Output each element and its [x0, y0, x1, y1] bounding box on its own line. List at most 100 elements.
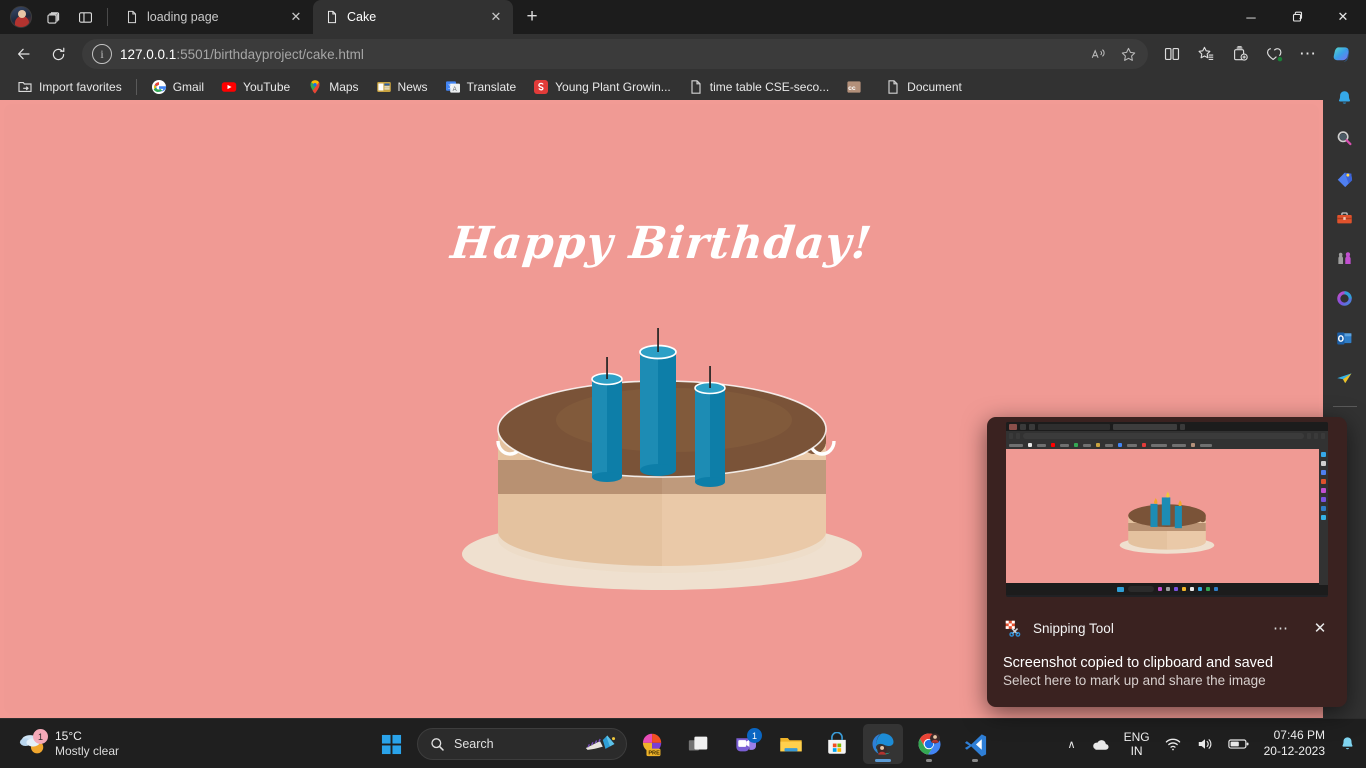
read-aloud-icon[interactable]: [1084, 41, 1112, 67]
bookmark-cc[interactable]: cc: [839, 76, 875, 98]
thumbnail-dot: [1118, 443, 1122, 447]
copilot-icon[interactable]: [1326, 38, 1358, 70]
thumbnail-sidebar: [1319, 449, 1328, 585]
language-text: ENG IN: [1124, 730, 1150, 759]
thumbnail-tab-strip: [1006, 422, 1328, 431]
bookmark-translate[interactable]: 文 A Translate: [438, 76, 524, 98]
search-icon: [431, 737, 444, 751]
thumbnail-dot: [1181, 587, 1186, 591]
taskbar-app-edge[interactable]: [863, 724, 903, 764]
weather-condition: Mostly clear: [55, 744, 120, 758]
taskbar-app-task-view[interactable]: [679, 724, 719, 764]
svg-text:A: A: [452, 87, 456, 93]
taskbar-app-vs-code[interactable]: [955, 724, 995, 764]
tray-overflow-button[interactable]: ∧: [1062, 725, 1082, 763]
url-text: 127.0.0.1:5501/birthdayproject/cake.html: [120, 47, 1076, 62]
weather-widget[interactable]: 1 15°C Mostly clear: [10, 725, 127, 763]
bookmark-document[interactable]: Document: [878, 76, 969, 98]
thumbnail-line: [1083, 443, 1091, 447]
thumbnail-chip: [1180, 423, 1185, 430]
back-icon[interactable]: [8, 38, 40, 70]
shopping-tag-icon[interactable]: [1329, 162, 1361, 194]
minimize-button[interactable]: ─: [1228, 0, 1274, 34]
scribd-icon: [534, 80, 549, 94]
thumbnail-dot: [1051, 443, 1055, 447]
system-tray: ∧ ENG IN 07:46 PM 20-12-2023: [1062, 719, 1362, 768]
start-button[interactable]: [371, 724, 411, 764]
outlook-icon[interactable]: [1329, 322, 1361, 354]
thumbnail-chip: [1314, 433, 1318, 439]
notification-more-button[interactable]: ⋯: [1267, 615, 1295, 641]
notification-bell-icon[interactable]: [1333, 725, 1362, 763]
cc-icon: cc: [847, 81, 861, 93]
split-pane-icon[interactable]: [70, 3, 100, 31]
bookmark-maps[interactable]: Maps: [300, 76, 365, 98]
page-title: Happy Birthday!: [448, 218, 875, 269]
notification-close-button[interactable]: ✕: [1305, 614, 1335, 642]
bookmark-youtube[interactable]: YouTube: [214, 76, 297, 98]
new-tab-button[interactable]: +: [517, 3, 547, 31]
youtube-icon: [221, 82, 237, 92]
snipping-tool-notification[interactable]: Snipping Tool ⋯ ✕ Screenshot copied to c…: [987, 417, 1347, 707]
thumbnail-dot: [1321, 452, 1326, 457]
clock-date: 20-12-2023: [1263, 744, 1325, 758]
search-icon[interactable]: [1329, 122, 1361, 154]
browser-essentials-icon[interactable]: [1258, 38, 1290, 70]
thumbnail-taskbar: [1006, 583, 1328, 595]
games-icon[interactable]: [1329, 242, 1361, 274]
tab-cake[interactable]: Cake ✕: [313, 0, 513, 34]
address-bar[interactable]: i 127.0.0.1:5501/birthdayproject/cake.ht…: [82, 39, 1148, 69]
tab-close-icon[interactable]: ✕: [487, 8, 505, 26]
refresh-icon[interactable]: [42, 38, 74, 70]
taskbar-app-powerpoint[interactable]: PRE: [633, 724, 673, 764]
party-blower-icon: [585, 735, 616, 750]
language-indicator[interactable]: ENG IN: [1118, 725, 1156, 763]
site-info-icon[interactable]: i: [92, 44, 112, 64]
thumbnail-chip: [1020, 423, 1026, 430]
bookmark-gmail[interactable]: Gmail: [144, 76, 211, 98]
tab-loading-page[interactable]: loading page ✕: [113, 0, 313, 34]
bookmark-young-plant[interactable]: Young Plant Growin...: [526, 76, 678, 98]
window-controls: ─ ✕: [1228, 0, 1366, 34]
taskbar-app-chrome[interactable]: [909, 724, 949, 764]
bookmark-time-table[interactable]: time table CSE-seco...: [681, 76, 836, 98]
tab-strip: loading page ✕ Cake ✕ + ─ ✕: [0, 0, 1366, 34]
bookmark-news[interactable]: News: [369, 76, 435, 98]
taskbar-app-file-explorer[interactable]: [771, 724, 811, 764]
battery-icon[interactable]: [1222, 725, 1256, 763]
taskbar-app-microsoft-store[interactable]: [817, 724, 857, 764]
thumbnail-dot: [1165, 587, 1170, 591]
taskbar-app-teams[interactable]: 1: [725, 724, 765, 764]
favorite-star-icon[interactable]: [1114, 41, 1142, 67]
thumbnail-line: [1060, 443, 1069, 447]
bell-icon[interactable]: [1329, 82, 1361, 114]
profile-avatar-button[interactable]: [6, 3, 36, 31]
bookmark-label: Document: [907, 80, 962, 94]
tab-actions-icon[interactable]: [38, 3, 68, 31]
favorites-icon[interactable]: [1190, 38, 1222, 70]
split-screen-icon[interactable]: [1156, 38, 1188, 70]
taskbar-badge: 1: [747, 728, 762, 743]
screenshot-thumbnail[interactable]: [1006, 422, 1328, 597]
settings-and-more-icon[interactable]: ⋯: [1292, 38, 1324, 70]
volume-icon[interactable]: [1190, 725, 1220, 763]
thumbnail-dot: [1321, 515, 1326, 520]
close-button[interactable]: ✕: [1320, 0, 1366, 34]
collections-icon[interactable]: [1224, 38, 1256, 70]
network-status[interactable]: [1158, 725, 1188, 763]
thumbnail-chip: [1009, 433, 1013, 439]
tools-icon[interactable]: [1329, 202, 1361, 234]
gmail-icon: [151, 80, 166, 94]
office-icon[interactable]: [1329, 282, 1361, 314]
translate-icon: 文 A: [445, 81, 460, 93]
clock-button[interactable]: 07:46 PM 20-12-2023: [1258, 725, 1331, 763]
thumbnail-dot: [1116, 586, 1124, 592]
thumbnail-dot: [1096, 443, 1100, 447]
bookmark-import-favorites[interactable]: Import favorites: [10, 76, 129, 98]
search-input[interactable]: Search: [417, 728, 627, 760]
send-icon[interactable]: [1329, 362, 1361, 394]
tab-title: Cake: [347, 10, 377, 24]
maximize-button[interactable]: [1274, 0, 1320, 34]
onedrive-icon[interactable]: [1084, 725, 1116, 763]
tab-close-icon[interactable]: ✕: [287, 8, 305, 26]
